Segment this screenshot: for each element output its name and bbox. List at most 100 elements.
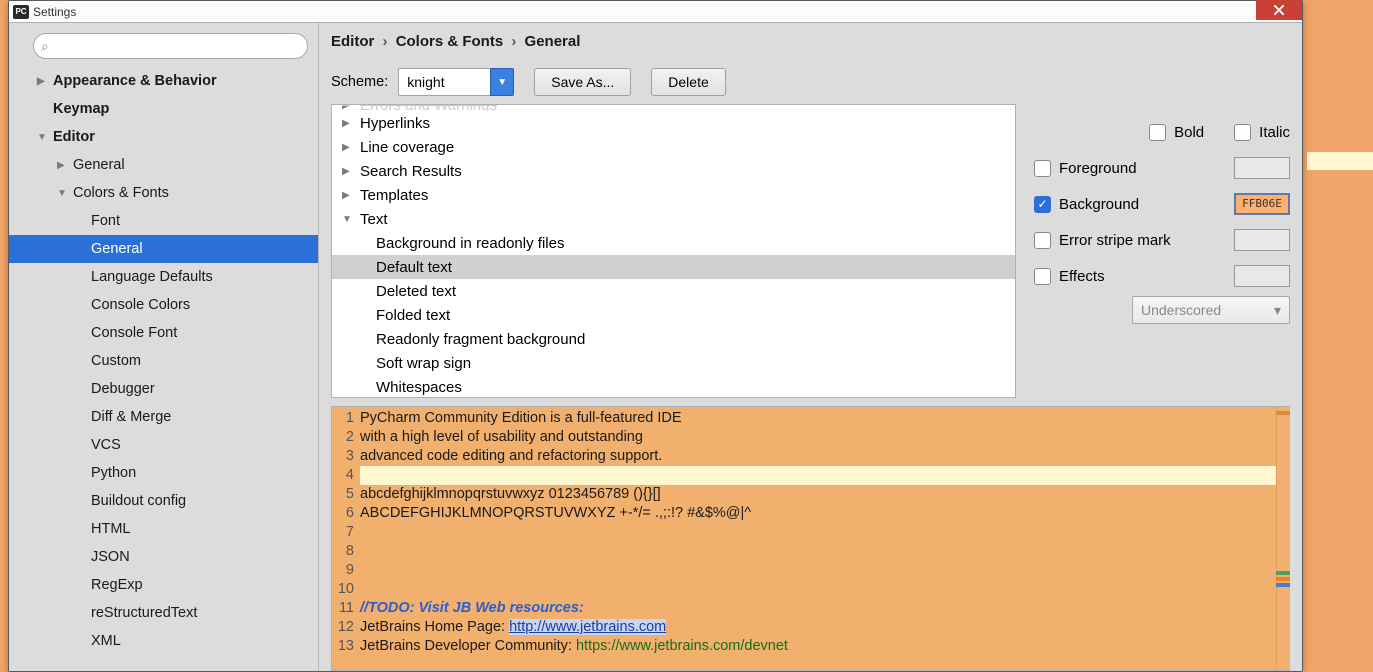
error-stripe-checkbox[interactable] (1034, 232, 1051, 249)
save-as-button[interactable]: Save As... (534, 68, 631, 96)
scheme-input[interactable] (398, 68, 490, 96)
sidebar-item-colors-fonts[interactable]: Colors & Fonts (9, 179, 318, 207)
sidebar-item-general[interactable]: General (9, 235, 318, 263)
sidebar-item-general[interactable]: General (9, 151, 318, 179)
sidebar-item-language-defaults[interactable]: Language Defaults (9, 263, 318, 291)
sidebar-item-restructuredtext[interactable]: reStructuredText (9, 599, 318, 627)
breadcrumb-sep-icon: › (383, 33, 388, 50)
sidebar-item-json[interactable]: JSON (9, 543, 318, 571)
italic-label: Italic (1259, 124, 1290, 141)
background-option[interactable]: ✓ Background (1034, 196, 1139, 213)
sidebar-item-label: VCS (91, 437, 121, 453)
category-item[interactable]: Whitespaces (332, 375, 1015, 398)
category-label: Search Results (360, 163, 462, 180)
sidebar-item-buildout-config[interactable]: Buildout config (9, 487, 318, 515)
minimap-scrollbar[interactable] (1276, 407, 1290, 670)
line-number: 6 (332, 504, 354, 523)
category-item[interactable]: Readonly fragment background (332, 327, 1015, 351)
error-stripe-option[interactable]: Error stripe mark (1034, 232, 1171, 249)
sidebar-item-label: Keymap (53, 101, 109, 117)
category-item[interactable]: Soft wrap sign (332, 351, 1015, 375)
line-number: 4 (332, 466, 354, 485)
window-title: Settings (33, 5, 76, 19)
bold-option[interactable]: Bold (1149, 124, 1204, 141)
tree-arrow-icon (342, 118, 354, 129)
scheme-row: Scheme: ▼ Save As... Delete (331, 68, 1290, 96)
category-label: Background in readonly files (376, 235, 564, 252)
sidebar-item-label: HTML (91, 521, 130, 537)
sidebar-item-appearance-behavior[interactable]: Appearance & Behavior (9, 67, 318, 95)
font-style-row: Bold Italic (1034, 114, 1290, 150)
preview-editor[interactable]: 12345678910111213 PyCharm Community Edit… (331, 406, 1290, 671)
sidebar-item-font[interactable]: Font (9, 207, 318, 235)
sidebar-item-vcs[interactable]: VCS (9, 431, 318, 459)
category-item[interactable]: Line coverage (332, 135, 1015, 159)
category-item[interactable]: Deleted text (332, 279, 1015, 303)
sidebar-item-debugger[interactable]: Debugger (9, 375, 318, 403)
breadcrumb-colors-fonts[interactable]: Colors & Fonts (396, 33, 504, 50)
scheme-combo[interactable]: ▼ (398, 68, 514, 96)
line-number: 11 (332, 599, 354, 618)
error-stripe-swatch[interactable] (1234, 229, 1290, 251)
sidebar-item-xml[interactable]: XML (9, 627, 318, 655)
delete-button[interactable]: Delete (651, 68, 725, 96)
close-button[interactable] (1256, 0, 1302, 20)
sidebar-item-label: Console Font (91, 325, 177, 341)
category-item[interactable]: Templates (332, 183, 1015, 207)
effects-swatch[interactable] (1234, 265, 1290, 287)
category-label: Errors and Warnings (360, 104, 497, 111)
effects-option[interactable]: Effects (1034, 268, 1105, 285)
sidebar-item-keymap[interactable]: Keymap (9, 95, 318, 123)
chevron-down-icon[interactable]: ▼ (490, 68, 514, 96)
line-number: 3 (332, 447, 354, 466)
effects-row: Effects (1034, 258, 1290, 294)
category-item[interactable]: Folded text (332, 303, 1015, 327)
sidebar-item-editor[interactable]: Editor (9, 123, 318, 151)
line-number: 2 (332, 428, 354, 447)
effects-type-dropdown[interactable]: Underscored ▾ (1132, 296, 1290, 324)
foreground-checkbox[interactable] (1034, 160, 1051, 177)
category-item[interactable]: Errors and Warnings (332, 104, 1015, 111)
italic-option[interactable]: Italic (1234, 124, 1290, 141)
bold-checkbox[interactable] (1149, 124, 1166, 141)
sidebar-item-html[interactable]: HTML (9, 515, 318, 543)
category-item[interactable]: Text (332, 207, 1015, 231)
search-input[interactable] (33, 33, 308, 59)
category-item[interactable]: Hyperlinks (332, 111, 1015, 135)
sidebar-item-label: Custom (91, 353, 141, 369)
settings-window: PC Settings ⌕ Appearance & BehaviorKeyma… (8, 0, 1303, 672)
effects-label: Effects (1059, 268, 1105, 285)
background-checkbox[interactable]: ✓ (1034, 196, 1051, 213)
effects-checkbox[interactable] (1034, 268, 1051, 285)
background-highlight-strip (1307, 152, 1373, 170)
sidebar-item-custom[interactable]: Custom (9, 347, 318, 375)
category-label: Deleted text (376, 283, 456, 300)
sidebar-item-label: JSON (91, 549, 130, 565)
sidebar-item-console-font[interactable]: Console Font (9, 319, 318, 347)
category-item[interactable]: Default text (332, 255, 1015, 279)
line-number: 5 (332, 485, 354, 504)
sidebar-item-label: Appearance & Behavior (53, 73, 217, 89)
category-list[interactable]: Errors and WarningsHyperlinks Line covera… (331, 104, 1016, 398)
code-area[interactable]: PyCharm Community Edition is a full-feat… (360, 407, 1290, 670)
italic-checkbox[interactable] (1234, 124, 1251, 141)
category-label: Soft wrap sign (376, 355, 471, 372)
breadcrumb-editor[interactable]: Editor (331, 33, 374, 50)
sidebar-item-console-colors[interactable]: Console Colors (9, 291, 318, 319)
category-item[interactable]: Background in readonly files (332, 231, 1015, 255)
background-swatch[interactable]: FFB06E (1234, 193, 1290, 215)
tree-arrow-icon (342, 190, 354, 201)
category-item[interactable]: Search Results (332, 159, 1015, 183)
titlebar[interactable]: PC Settings (9, 1, 1302, 23)
foreground-option[interactable]: Foreground (1034, 160, 1137, 177)
code-line (360, 466, 1290, 485)
foreground-swatch[interactable] (1234, 157, 1290, 179)
sidebar-item-diff-merge[interactable]: Diff & Merge (9, 403, 318, 431)
sidebar-item-regexp[interactable]: RegExp (9, 571, 318, 599)
sidebar-item-label: XML (91, 633, 121, 649)
category-label: Line coverage (360, 139, 454, 156)
code-line: abcdefghijklmnopqrstuvwxyz 0123456789 ()… (360, 485, 1290, 504)
effects-type-row: Underscored ▾ (1034, 294, 1290, 324)
category-label: Readonly fragment background (376, 331, 585, 348)
sidebar-item-python[interactable]: Python (9, 459, 318, 487)
